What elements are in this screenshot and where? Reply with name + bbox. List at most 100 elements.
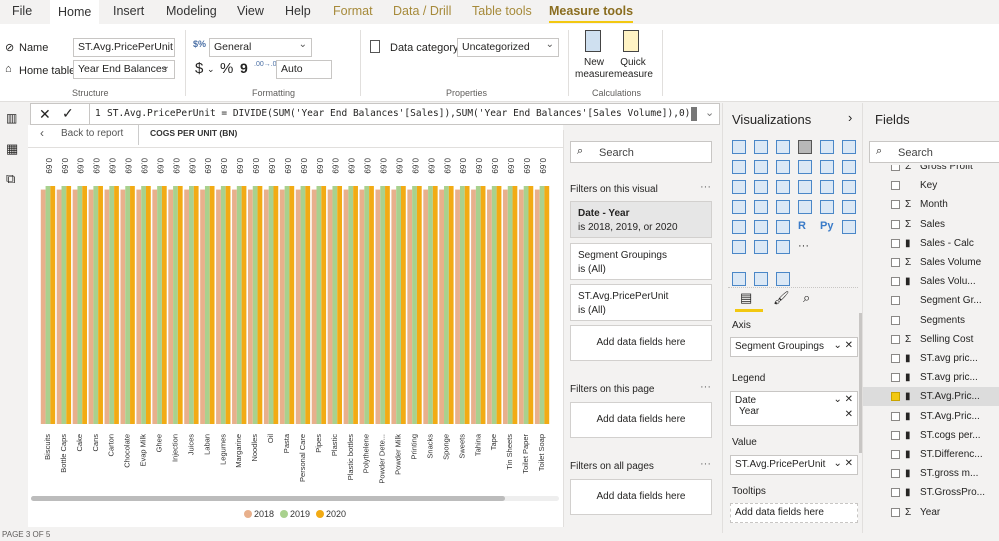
bar-2019[interactable] — [109, 186, 115, 424]
field-checkbox[interactable] — [891, 507, 900, 517]
bar-2020[interactable] — [193, 186, 199, 424]
field-item[interactable]: ▮ ST.cogs per... — [863, 426, 999, 445]
slicer-visual-icon[interactable] — [732, 220, 746, 234]
field-checkbox[interactable] — [891, 430, 900, 440]
collapse-chevron-icon[interactable]: › — [848, 110, 852, 125]
field-checkbox[interactable] — [891, 181, 900, 191]
bar-2019[interactable] — [93, 186, 99, 424]
field-item[interactable]: Σ Sales — [863, 215, 999, 234]
bar-2019[interactable] — [364, 186, 370, 424]
qa-visual-icon[interactable] — [732, 240, 746, 254]
bar-2018[interactable] — [487, 189, 492, 424]
card-visual-icon[interactable] — [798, 200, 812, 214]
more-icon[interactable]: ··· — [700, 458, 711, 470]
bar-2018[interactable] — [518, 189, 524, 424]
more-icon[interactable]: ··· — [700, 181, 711, 193]
field-item[interactable]: ▮ Sales Volu... — [863, 272, 999, 291]
bar-2018[interactable] — [407, 189, 413, 424]
bar-2019[interactable] — [268, 186, 274, 424]
bar-2018[interactable] — [40, 189, 46, 424]
bar-2020[interactable] — [369, 186, 374, 424]
bar-2019[interactable] — [539, 186, 545, 424]
tab-home[interactable]: Home — [50, 0, 100, 24]
r-visual-visual-icon[interactable]: R — [798, 220, 812, 234]
map-visual-icon[interactable] — [732, 200, 746, 214]
bar-2018[interactable] — [152, 189, 158, 424]
field-item[interactable]: Σ Sales Volume — [863, 253, 999, 272]
waterfall-visual-icon[interactable] — [732, 180, 746, 194]
bar-2020[interactable] — [161, 186, 167, 424]
python-visual-visual-icon[interactable]: Py — [820, 220, 834, 234]
field-checkbox[interactable] — [891, 315, 900, 325]
field-item[interactable]: ▮ ST.Differenc... — [863, 445, 999, 464]
bar-2019[interactable] — [380, 186, 386, 424]
filter-card-segment-groupings[interactable]: Segment Groupings is (All) — [570, 243, 712, 280]
add-page-filter-dropzone[interactable]: Add data fields here — [570, 402, 712, 438]
bar-2018[interactable] — [534, 189, 540, 424]
quick-measure-icon[interactable] — [623, 30, 639, 52]
field-checkbox[interactable] — [891, 450, 900, 459]
bar-2019[interactable] — [332, 186, 338, 424]
bar-2020[interactable] — [98, 186, 103, 424]
format-paint-roller-icon[interactable]: 🖌 — [773, 290, 790, 306]
bar-2019[interactable] — [475, 186, 481, 424]
model-view-icon[interactable]: ⧉ — [6, 171, 15, 187]
cancel-icon[interactable]: ✕ — [39, 106, 51, 123]
stacked-bar-visual-icon[interactable] — [732, 140, 746, 154]
bar-2018[interactable] — [72, 189, 78, 424]
donut-visual-icon[interactable] — [820, 180, 834, 194]
value-well[interactable]: ST.Avg.PricePerUnit ⌄ ✕ — [730, 455, 858, 475]
bar-2020[interactable] — [145, 186, 151, 424]
scatter-visual-icon[interactable] — [776, 180, 790, 194]
bar-2020[interactable] — [241, 186, 247, 424]
field-item[interactable]: ▮ ST.avg pric... — [863, 349, 999, 368]
format-dropdown[interactable]: General — [209, 36, 312, 57]
add-visual-filter-dropzone[interactable]: Add data fields here — [570, 325, 712, 361]
bar-2019[interactable] — [157, 186, 162, 424]
tab-file[interactable]: File — [12, 4, 32, 18]
custom-2-visual-icon[interactable] — [754, 272, 768, 286]
bar-2019[interactable] — [61, 186, 67, 424]
bar-2020[interactable] — [50, 186, 56, 424]
kpi-visual-icon[interactable] — [842, 200, 856, 214]
gauge-visual-icon[interactable] — [776, 200, 790, 214]
more-visual-icon[interactable]: ··· — [798, 240, 812, 254]
tab-view[interactable]: View — [237, 4, 264, 18]
chevron-down-icon[interactable]: ⌄ — [207, 64, 215, 75]
bar-2019[interactable] — [428, 186, 433, 424]
bar-2020[interactable] — [130, 186, 135, 424]
field-checkbox[interactable] — [891, 296, 900, 306]
decimal-places-button[interactable]: .00→.0 — [254, 61, 277, 68]
field-item[interactable]: Σ Year — [863, 503, 999, 522]
key-influencers-visual-icon[interactable] — [842, 220, 856, 234]
bar-2019[interactable] — [459, 186, 465, 424]
field-checkbox[interactable] — [891, 238, 900, 248]
bar-2019[interactable] — [284, 186, 290, 424]
bar-2018[interactable] — [88, 189, 94, 424]
bar-2020[interactable] — [305, 186, 311, 424]
field-item[interactable]: Σ Month — [863, 195, 999, 214]
field-checkbox[interactable] — [891, 258, 900, 267]
field-item[interactable]: Segment Gr... — [863, 291, 999, 310]
legend-item[interactable]: 2018 — [254, 509, 274, 519]
field-item[interactable]: ▮ ST.avg pric... — [863, 368, 999, 387]
field-checkbox[interactable] — [891, 469, 900, 479]
more-icon[interactable]: ··· — [700, 381, 711, 393]
bar-2019[interactable] — [45, 186, 51, 424]
field-checkbox[interactable] — [891, 219, 900, 229]
bar-2020[interactable] — [528, 186, 534, 424]
bar-2020[interactable] — [289, 186, 295, 424]
analytics-magnifier-icon[interactable]: ⌕ — [803, 290, 810, 306]
treemap-visual-icon[interactable] — [842, 180, 856, 194]
new-measure-icon[interactable] — [585, 30, 601, 52]
bar-2020[interactable] — [114, 186, 119, 424]
bar-2020[interactable] — [66, 186, 72, 424]
bar-2019[interactable] — [491, 186, 497, 424]
bar-2019[interactable] — [204, 186, 210, 424]
field-checkbox[interactable] — [891, 334, 900, 344]
percent-button[interactable]: % — [220, 60, 233, 77]
bar-2018[interactable] — [455, 189, 460, 424]
new-measure-button[interactable]: New measure — [575, 57, 614, 81]
horizontal-scrollbar[interactable] — [31, 496, 505, 501]
filter-card-date-year[interactable]: Date - Year is 2018, 2019, or 2020 — [570, 201, 712, 238]
